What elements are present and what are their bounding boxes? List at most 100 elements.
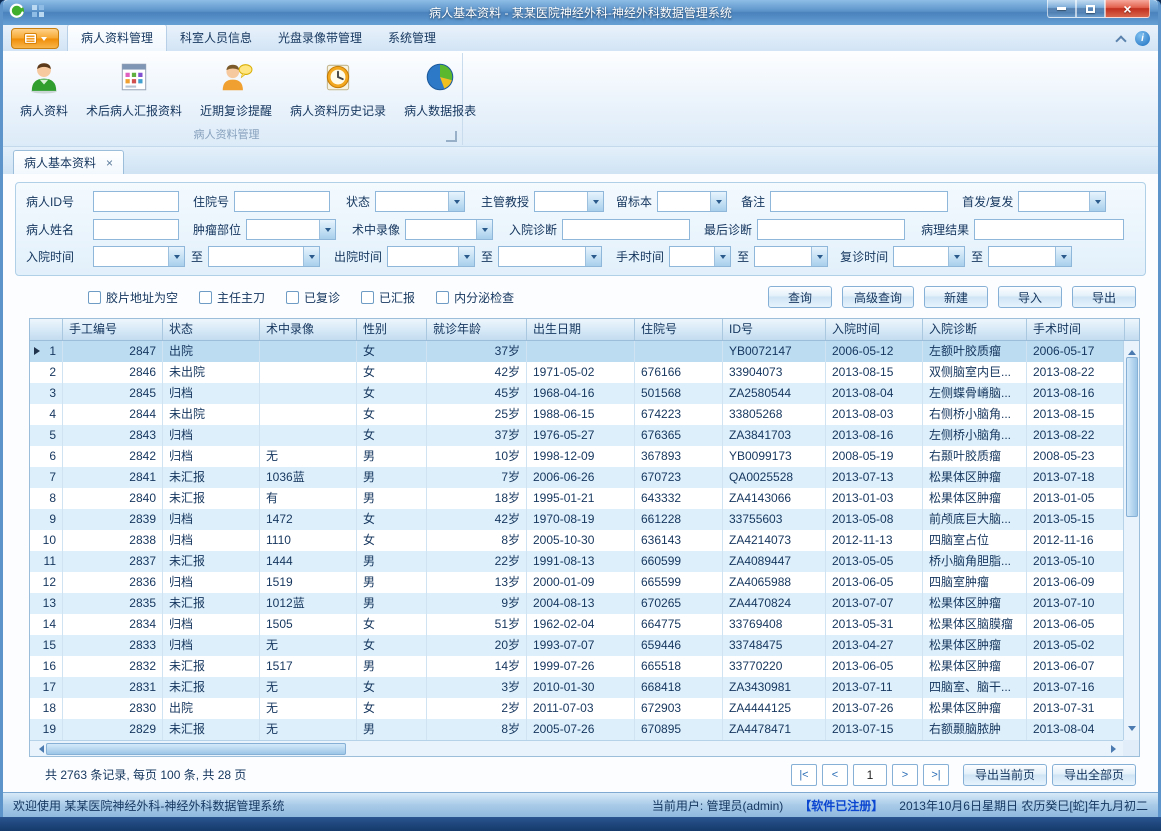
- last-page-button[interactable]: >|: [923, 764, 949, 786]
- chevron-down-icon[interactable]: [585, 247, 601, 266]
- admission-time-from-select[interactable]: [93, 246, 185, 267]
- checkbox-icon[interactable]: [436, 291, 449, 304]
- chevron-down-icon[interactable]: [587, 192, 603, 211]
- ribbon-tab-system[interactable]: 系统管理: [375, 25, 449, 51]
- checkbox-revisited[interactable]: 已复诊: [286, 289, 340, 306]
- remark-input[interactable]: [770, 191, 948, 212]
- column-header[interactable]: 出生日期: [527, 319, 635, 340]
- table-row[interactable]: 12847出院女37岁YB00721472006-05-12左额叶胶质瘤2006…: [30, 341, 1125, 362]
- chevron-down-icon[interactable]: [811, 247, 827, 266]
- admission-time-to-select[interactable]: [208, 246, 320, 267]
- specimen-select[interactable]: [657, 191, 727, 212]
- ribbon-tab-department-staff[interactable]: 科室人员信息: [167, 25, 265, 51]
- ribbon-button-revisit-reminder[interactable]: 近期复诊提醒: [191, 53, 281, 121]
- ribbon-tab-patient-management[interactable]: 病人资料管理: [67, 24, 167, 51]
- vertical-scrollbar[interactable]: [1123, 341, 1139, 740]
- tab-close-icon[interactable]: ×: [106, 157, 113, 169]
- new-button[interactable]: 新建: [924, 286, 988, 308]
- ribbon-tab-disc-video[interactable]: 光盘录像带管理: [265, 25, 375, 51]
- first-recurrence-select[interactable]: [1018, 191, 1106, 212]
- column-header[interactable]: 术中录像: [260, 319, 357, 340]
- current-page-input[interactable]: 1: [853, 764, 887, 786]
- revisit-time-to-select[interactable]: [988, 246, 1072, 267]
- chevron-down-icon[interactable]: [1055, 247, 1071, 266]
- quick-access-icon[interactable]: [31, 4, 45, 21]
- import-button[interactable]: 导入: [998, 286, 1062, 308]
- checkbox-endocrine-exam[interactable]: 内分泌检查: [436, 289, 514, 306]
- inpatient-no-input[interactable]: [234, 191, 330, 212]
- column-header[interactable]: 性别: [357, 319, 427, 340]
- export-current-page-button[interactable]: 导出当前页: [963, 764, 1047, 786]
- tumor-site-select[interactable]: [246, 219, 336, 240]
- table-row[interactable]: 162832未汇报1517男14岁1999-07-266655183377022…: [30, 656, 1125, 677]
- export-all-pages-button[interactable]: 导出全部页: [1052, 764, 1136, 786]
- surgery-time-to-select[interactable]: [754, 246, 828, 267]
- final-diagnosis-input[interactable]: [757, 219, 905, 240]
- table-row[interactable]: 172831未汇报无女3岁2010-01-30668418ZA343098120…: [30, 677, 1125, 698]
- table-row[interactable]: 122836归档1519男13岁2000-01-09665599ZA406598…: [30, 572, 1125, 593]
- checkbox-icon[interactable]: [286, 291, 299, 304]
- table-row[interactable]: 102838归档1110女8岁2005-10-30636143ZA4214073…: [30, 530, 1125, 551]
- checkbox-icon[interactable]: [199, 291, 212, 304]
- close-button[interactable]: ×: [1105, 0, 1150, 18]
- table-row[interactable]: 22846未出院女42岁1971-05-02676166339040732013…: [30, 362, 1125, 383]
- scroll-up-icon[interactable]: [1128, 346, 1136, 355]
- column-header[interactable]: 住院号: [635, 319, 723, 340]
- chevron-down-icon[interactable]: [458, 247, 474, 266]
- table-row[interactable]: 62842归档无男10岁1998-12-09367893YB0099173200…: [30, 446, 1125, 467]
- table-row[interactable]: 152833归档无女20岁1993-07-0765944633748475201…: [30, 635, 1125, 656]
- table-row[interactable]: 32845归档女45岁1968-04-16501568ZA25805442013…: [30, 383, 1125, 404]
- chevron-down-icon[interactable]: [303, 247, 319, 266]
- column-header[interactable]: [30, 319, 63, 340]
- vertical-scroll-thumb[interactable]: [1126, 357, 1138, 517]
- doc-tab-patient-basic-info[interactable]: 病人基本资料 ×: [13, 150, 124, 174]
- table-row[interactable]: 142834归档1505女51岁1962-02-0466477533769408…: [30, 614, 1125, 635]
- status-select[interactable]: [375, 191, 465, 212]
- chevron-down-icon[interactable]: [476, 220, 492, 239]
- checkbox-reported[interactable]: 已汇报: [361, 289, 415, 306]
- patient-id-input[interactable]: [93, 191, 179, 212]
- column-header[interactable]: 状态: [163, 319, 260, 340]
- maximize-button[interactable]: [1076, 0, 1105, 18]
- admission-diagnosis-input[interactable]: [562, 219, 690, 240]
- revisit-time-from-select[interactable]: [893, 246, 965, 267]
- table-row[interactable]: 132835未汇报1012蓝男9岁2004-08-13670265ZA44708…: [30, 593, 1125, 614]
- table-row[interactable]: 42844未出院女25岁1988-06-15674223338052682013…: [30, 404, 1125, 425]
- op-video-select[interactable]: [405, 219, 493, 240]
- scroll-down-icon[interactable]: [1128, 726, 1136, 735]
- checkbox-icon[interactable]: [88, 291, 101, 304]
- column-header[interactable]: 入院诊断: [923, 319, 1027, 340]
- column-header[interactable]: 就诊年龄: [427, 319, 527, 340]
- column-header[interactable]: 手术时间: [1027, 319, 1125, 340]
- patient-name-input[interactable]: [93, 219, 179, 240]
- next-page-button[interactable]: >: [892, 764, 918, 786]
- chevron-down-icon[interactable]: [714, 247, 730, 266]
- chevron-down-icon[interactable]: [448, 192, 464, 211]
- professor-select[interactable]: [534, 191, 604, 212]
- advanced-query-button[interactable]: 高级查询: [842, 286, 914, 308]
- table-row[interactable]: 72841未汇报1036蓝男7岁2006-06-26670723QA002552…: [30, 467, 1125, 488]
- application-menu-button[interactable]: [11, 28, 59, 49]
- table-row[interactable]: 182830出院无女2岁2011-07-03672903ZA4444125201…: [30, 698, 1125, 719]
- pathology-result-input[interactable]: [974, 219, 1124, 240]
- discharge-time-from-select[interactable]: [387, 246, 475, 267]
- chevron-down-icon[interactable]: [1089, 192, 1105, 211]
- chevron-down-icon[interactable]: [710, 192, 726, 211]
- surgery-time-from-select[interactable]: [669, 246, 731, 267]
- ribbon-button-postop-report[interactable]: 术后病人汇报资料: [77, 53, 191, 121]
- column-header[interactable]: 入院时间: [826, 319, 923, 340]
- ribbon-button-patient-data[interactable]: 病人资料: [11, 53, 77, 121]
- table-row[interactable]: 112837未汇报1444男22岁1991-08-13660599ZA40894…: [30, 551, 1125, 572]
- prev-page-button[interactable]: <: [822, 764, 848, 786]
- ribbon-button-history[interactable]: 病人资料历史记录: [281, 53, 395, 121]
- ribbon-button-data-report[interactable]: 病人数据报表: [395, 53, 485, 121]
- info-icon[interactable]: i: [1135, 31, 1150, 46]
- chevron-down-icon[interactable]: [319, 220, 335, 239]
- table-row[interactable]: 82840未汇报有男18岁1995-01-21643332ZA414306620…: [30, 488, 1125, 509]
- table-row[interactable]: 52843归档女37岁1976-05-27676365ZA38417032013…: [30, 425, 1125, 446]
- collapse-ribbon-icon[interactable]: [1115, 35, 1126, 46]
- column-header[interactable]: ID号: [723, 319, 826, 340]
- scroll-right-icon[interactable]: [1111, 745, 1120, 753]
- discharge-time-to-select[interactable]: [498, 246, 602, 267]
- query-button[interactable]: 查询: [768, 286, 832, 308]
